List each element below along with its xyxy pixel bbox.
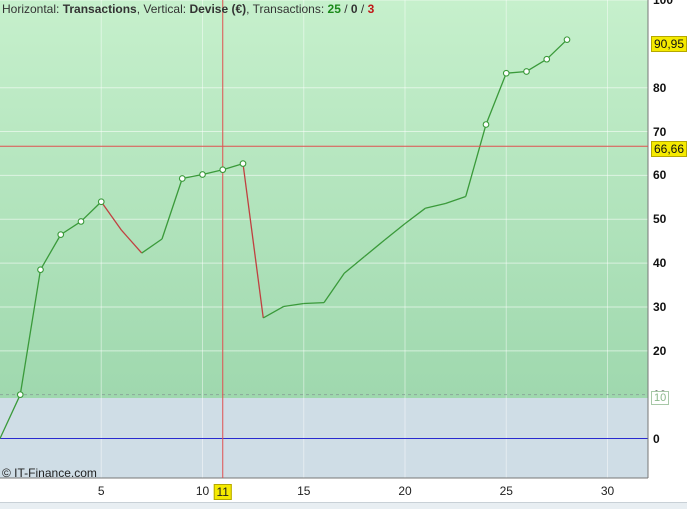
data-point xyxy=(77,218,85,225)
separator-1: / xyxy=(340,2,351,16)
y-tick-label: 60 xyxy=(653,168,667,183)
x-tick-label: 5 xyxy=(97,484,105,498)
x-tick-label: 20 xyxy=(398,484,412,498)
y-tick-label: 0 xyxy=(653,431,660,446)
x-tick-label: 10 xyxy=(195,484,210,498)
data-point xyxy=(57,231,65,238)
last-value-label: 90,95 xyxy=(651,36,687,52)
data-point xyxy=(239,160,247,167)
credit-text: © IT-Finance.com xyxy=(2,466,97,480)
x-cursor-label: 11 xyxy=(213,484,232,500)
x-tick-label: 25 xyxy=(499,484,513,498)
horizontal-label: Horizontal: xyxy=(2,2,60,16)
chart-header: Horizontal: Transactions, Vertical: Devi… xyxy=(2,2,374,16)
plot-area-upper xyxy=(0,0,648,398)
win-count: 25 xyxy=(327,2,341,16)
y-tick-label: 30 xyxy=(653,299,667,314)
data-point xyxy=(199,171,206,178)
data-point xyxy=(97,198,105,206)
x-tick-label: 15 xyxy=(297,484,311,498)
y-tick-label: 50 xyxy=(653,212,667,227)
equity-curve-chart xyxy=(0,0,649,479)
data-point xyxy=(543,55,551,63)
data-point xyxy=(219,166,227,174)
data-point xyxy=(563,36,571,44)
threshold-value-label: 10 xyxy=(651,391,670,405)
curve-segment-up xyxy=(303,301,325,305)
loss-count: 3 xyxy=(367,2,375,16)
neutral-count: 0 xyxy=(350,2,358,16)
data-point xyxy=(502,69,510,77)
y-tick-label: 100 xyxy=(653,0,674,7)
horizontal-value: Transactions xyxy=(62,2,137,16)
data-point xyxy=(482,121,490,128)
y-tick-label: 70 xyxy=(653,124,667,139)
data-point xyxy=(523,68,530,75)
x-tick-label: 30 xyxy=(600,484,615,498)
y-tick-label: 80 xyxy=(653,80,667,95)
data-point xyxy=(37,266,44,274)
vertical-value: Devise (€) xyxy=(189,2,247,16)
y-tick-label: 20 xyxy=(653,343,667,358)
vertical-label: , Vertical: xyxy=(136,2,187,16)
data-point xyxy=(16,391,24,399)
y-tick-label: 40 xyxy=(653,256,667,271)
below-threshold-zone xyxy=(0,398,648,478)
separator-2: / xyxy=(357,2,368,16)
transactions-label: , Transactions: xyxy=(246,2,325,16)
cursor-value-label: 66,66 xyxy=(651,141,687,157)
data-point xyxy=(178,175,186,182)
